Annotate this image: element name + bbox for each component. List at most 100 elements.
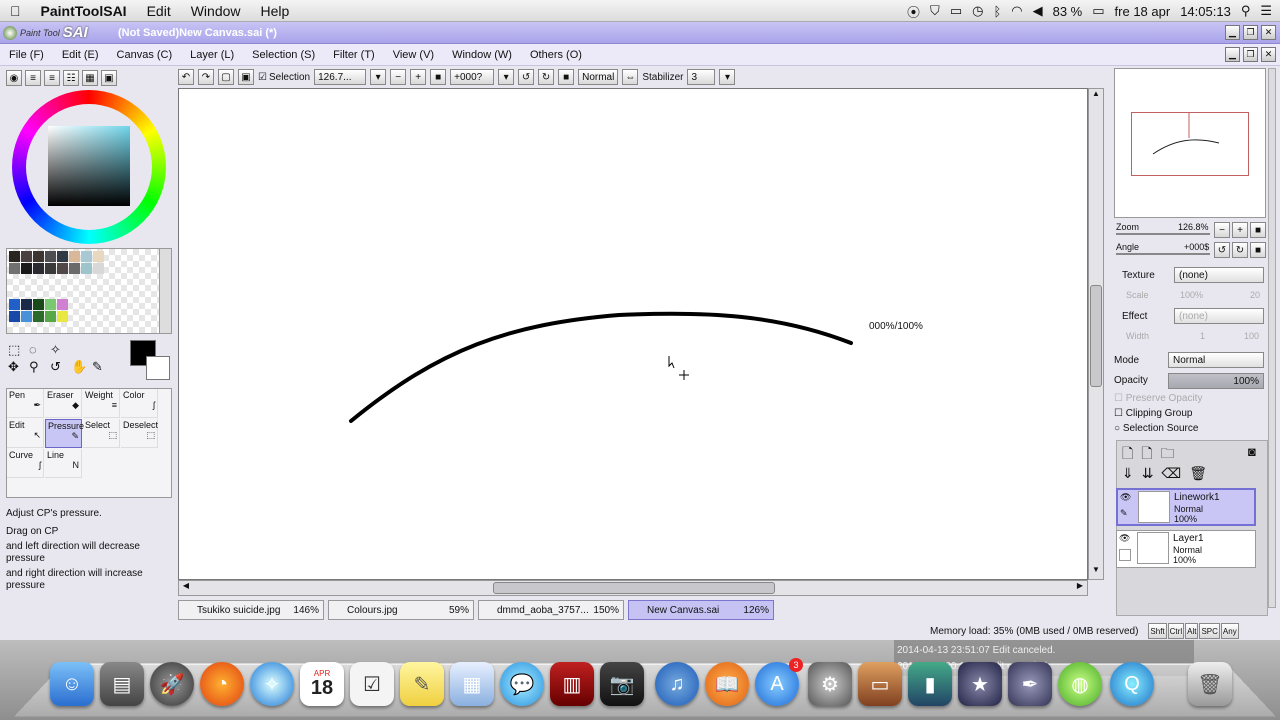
- new-folder-icon[interactable]: 🗀: [1161, 443, 1175, 467]
- navigator-preview[interactable]: [1114, 68, 1266, 218]
- angle-slider[interactable]: [1116, 253, 1210, 255]
- reminders-icon[interactable]: ☑: [350, 662, 394, 706]
- messages-icon[interactable]: 💬: [500, 662, 544, 706]
- minimize-button[interactable]: ▁: [1225, 25, 1240, 40]
- lock-box[interactable]: [1119, 549, 1131, 561]
- clock-text[interactable]: 14:05:13: [1180, 4, 1231, 19]
- swatch-palette[interactable]: [6, 248, 172, 334]
- nav-zoom-in-icon[interactable]: +: [1232, 222, 1248, 238]
- photo-booth-icon[interactable]: ▥: [550, 662, 594, 706]
- doc-close-button[interactable]: ✕: [1261, 47, 1276, 62]
- nav-zoom-reset-icon[interactable]: ■: [1250, 222, 1266, 238]
- scratchpad-icon[interactable]: ▣: [101, 70, 117, 86]
- scroll-down-icon[interactable]: ▼: [1089, 565, 1103, 579]
- tool-select[interactable]: Select ⬚: [83, 419, 120, 448]
- canvas-tab[interactable]: Tsukiko suicide.jpg 146%: [178, 600, 324, 620]
- canvas-tab-active[interactable]: New Canvas.sai 126%: [628, 600, 774, 620]
- right-panel-scrollbar[interactable]: [1268, 68, 1276, 608]
- horizontal-scrollbar[interactable]: ◀ ▶: [178, 580, 1088, 596]
- tool-curve[interactable]: Curve ʃ: [7, 449, 44, 478]
- horizontal-scroll-thumb[interactable]: [493, 582, 775, 594]
- bluetooth-icon[interactable]: ᛒ: [993, 4, 1001, 19]
- scroll-up-icon[interactable]: ▲: [1089, 89, 1103, 103]
- zoom-slider[interactable]: [1116, 233, 1210, 235]
- spotlight-search-icon[interactable]: ⚲: [1241, 3, 1251, 19]
- selection-checkbox[interactable]: ☑ Selection: [258, 72, 310, 83]
- rotate-left-icon[interactable]: ↺: [518, 69, 535, 85]
- volume-icon[interactable]: ◀: [1033, 3, 1043, 19]
- opacity-slider[interactable]: 100%: [1168, 373, 1264, 389]
- secondary-color[interactable]: [146, 356, 170, 380]
- menu-canvas[interactable]: Canvas (C): [108, 49, 182, 61]
- new-layer-icon[interactable]: 🗋: [1122, 443, 1133, 467]
- presentation-icon[interactable]: ▭: [858, 662, 902, 706]
- launchpad-icon[interactable]: 🚀: [150, 662, 194, 706]
- system-preferences-icon[interactable]: ⚙: [808, 662, 852, 706]
- imovie-star-icon[interactable]: ★: [958, 662, 1002, 706]
- preview-icon[interactable]: ▦: [450, 662, 494, 706]
- new-linework-layer-icon[interactable]: 🗋: [1141, 443, 1152, 467]
- image-capture-icon[interactable]: 📷: [600, 662, 644, 706]
- eyedropper-icon[interactable]: ✎: [92, 359, 112, 375]
- rotate-reset-icon[interactable]: ■: [558, 69, 575, 85]
- date-text[interactable]: fre 18 apr: [1115, 4, 1171, 19]
- lime-app-icon[interactable]: ◍: [1058, 662, 1102, 706]
- apple-menu-icon[interactable]: : [0, 3, 31, 19]
- itunes-icon[interactable]: ♫: [655, 662, 699, 706]
- shield-icon[interactable]: ⛉: [930, 3, 940, 19]
- texture-dropdown[interactable]: (none): [1174, 267, 1264, 283]
- swatch-grid-icon[interactable]: ▦: [82, 70, 98, 86]
- nav-zoom-out-icon[interactable]: −: [1214, 222, 1230, 238]
- tool-weight[interactable]: Weight ≡: [83, 389, 120, 418]
- wifi-icon[interactable]: ◠: [1011, 3, 1022, 19]
- zoom-out-icon[interactable]: −: [390, 69, 407, 85]
- paint-tool-sai-icon[interactable]: ✒: [1008, 662, 1052, 706]
- saturation-value-square[interactable]: [48, 126, 130, 206]
- close-button[interactable]: ✕: [1261, 25, 1276, 40]
- tool-edit[interactable]: Edit ↖: [7, 419, 44, 448]
- color-palette-icon[interactable]: ☷: [63, 70, 79, 86]
- menu-file[interactable]: File (F): [0, 49, 53, 61]
- deselect-button-icon[interactable]: ▢: [218, 69, 234, 85]
- firefox-icon[interactable]: ◔: [200, 662, 244, 706]
- scroll-left-icon[interactable]: ◀: [179, 581, 193, 595]
- clipping-group-checkbox[interactable]: ☐ Clipping Group: [1114, 408, 1192, 419]
- menu-layer[interactable]: Layer (L): [181, 49, 243, 61]
- trash-icon[interactable]: 🗑: [1188, 662, 1232, 706]
- tool-eraser[interactable]: Eraser ◆: [45, 389, 82, 418]
- edit-pen-icon[interactable]: ✎: [1120, 508, 1128, 519]
- doc-restore-button[interactable]: ❐: [1243, 47, 1258, 62]
- record-icon[interactable]: ⦿: [907, 2, 920, 21]
- rotate-right-icon[interactable]: ↻: [538, 69, 555, 85]
- angle-field[interactable]: +000?: [450, 69, 495, 85]
- menu-view[interactable]: View (V): [384, 49, 443, 61]
- zoom-reset-icon[interactable]: ■: [430, 69, 447, 85]
- blend-mode-button[interactable]: Normal: [578, 69, 619, 85]
- stabilizer-dropdown-icon[interactable]: ▾: [719, 69, 736, 85]
- hsv-slider-icon[interactable]: ≡: [44, 70, 60, 86]
- menu-help[interactable]: Help: [251, 3, 300, 19]
- notes-icon[interactable]: ✎: [400, 662, 444, 706]
- canvas-tab[interactable]: dmmd_aoba_3757... 150%: [478, 600, 624, 620]
- hand-icon[interactable]: ✋: [71, 359, 91, 375]
- drawing-canvas[interactable]: 000%/100%: [178, 88, 1088, 580]
- finder-icon[interactable]: ☺: [50, 662, 94, 706]
- angle-dropdown-icon[interactable]: ▾: [498, 69, 515, 85]
- vertical-scroll-thumb[interactable]: [1090, 285, 1102, 387]
- menu-filter[interactable]: Filter (T): [324, 49, 384, 61]
- tool-pressure[interactable]: Pressure ✎: [45, 419, 84, 448]
- notification-list-icon[interactable]: ☰: [1260, 3, 1272, 19]
- app-menu[interactable]: PaintToolSAI: [31, 3, 137, 19]
- photos-icon[interactable]: ▤: [100, 662, 144, 706]
- app-store-icon[interactable]: A3: [755, 658, 803, 706]
- undo-icon[interactable]: ↶: [178, 69, 194, 85]
- color-wheel-mode-icon[interactable]: ◉: [6, 70, 22, 86]
- menu-edit-app[interactable]: Edit (E): [53, 49, 108, 61]
- restore-button[interactable]: ❐: [1243, 25, 1258, 40]
- tool-pen[interactable]: Pen ✒: [7, 389, 44, 418]
- mask-icon[interactable]: ◙: [1248, 444, 1256, 459]
- zoom-in-icon[interactable]: +: [410, 69, 427, 85]
- delete-layer-icon[interactable]: 🗑: [1189, 465, 1207, 482]
- tool-deselect[interactable]: Deselect ⬚: [121, 419, 158, 448]
- zoom-field[interactable]: 126.7...: [314, 69, 367, 85]
